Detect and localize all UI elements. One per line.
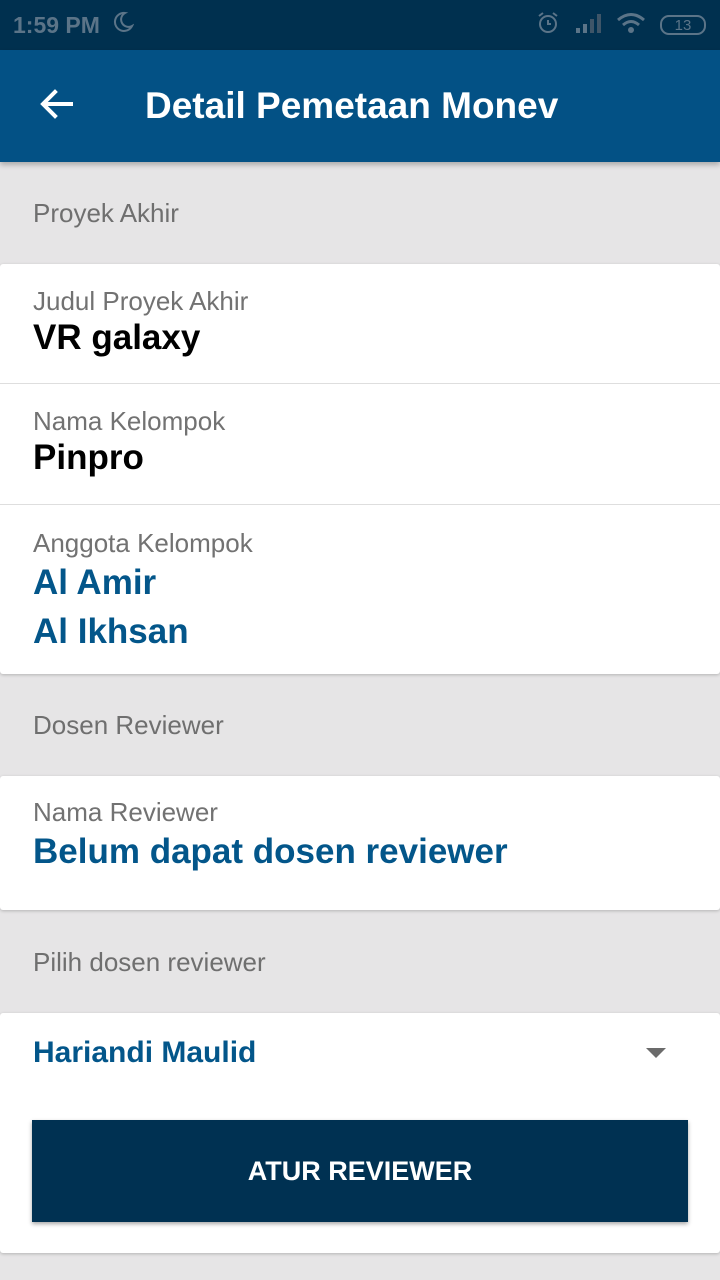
status-left: 1:59 PM: [13, 11, 135, 39]
chevron-down-icon: [646, 1048, 666, 1058]
judul-row: Judul Proyek Akhir VR galaxy: [0, 264, 720, 384]
anggota-row: Anggota Kelompok Al Amir Al Ikhsan: [0, 505, 720, 674]
signal-icon: [574, 12, 602, 39]
anggota-member: Al Ikhsan: [33, 612, 189, 651]
judul-value: VR galaxy: [33, 318, 201, 357]
status-right: 13: [536, 11, 706, 40]
atur-reviewer-button[interactable]: ATUR REVIEWER: [32, 1120, 688, 1222]
section-title-pilih: Pilih dosen reviewer: [33, 947, 266, 977]
status-bar: 1:59 PM 13: [0, 0, 720, 50]
battery-icon: 13: [660, 15, 706, 35]
reviewer-value: Belum dapat dosen reviewer: [33, 832, 508, 871]
anggota-member: Al Amir: [33, 563, 157, 602]
section-title-reviewer: Dosen Reviewer: [33, 710, 224, 740]
moon-icon: [112, 11, 135, 39]
reviewer-label: Nama Reviewer: [33, 797, 218, 827]
kelompok-label: Nama Kelompok: [33, 406, 226, 436]
reviewer-row: Nama Reviewer Belum dapat dosen reviewer: [0, 776, 720, 910]
wifi-icon: [616, 12, 646, 39]
page-title: Detail Pemetaan Monev: [145, 85, 559, 126]
battery-level: 13: [674, 16, 692, 34]
judul-label: Judul Proyek Akhir: [33, 286, 249, 316]
reviewer-select-value: Hariandi Maulid: [33, 1036, 257, 1069]
app-bar: Detail Pemetaan Monev: [0, 50, 720, 162]
status-time: 1:59 PM: [13, 11, 100, 38]
alarm-icon: [536, 11, 560, 40]
reviewer-card: Nama Reviewer Belum dapat dosen reviewer: [0, 776, 720, 910]
anggota-label: Anggota Kelompok: [33, 528, 253, 558]
proyek-card: Judul Proyek Akhir VR galaxy Nama Kelomp…: [0, 264, 720, 674]
kelompok-row: Nama Kelompok Pinpro: [0, 384, 720, 505]
reviewer-select[interactable]: Hariandi Maulid: [0, 1013, 720, 1093]
arrow-back-icon: [39, 88, 73, 124]
back-button[interactable]: [0, 50, 112, 162]
section-title-proyek: Proyek Akhir: [33, 198, 179, 228]
kelompok-value: Pinpro: [33, 438, 144, 477]
pilih-card: Hariandi Maulid ATUR REVIEWER: [0, 1013, 720, 1253]
